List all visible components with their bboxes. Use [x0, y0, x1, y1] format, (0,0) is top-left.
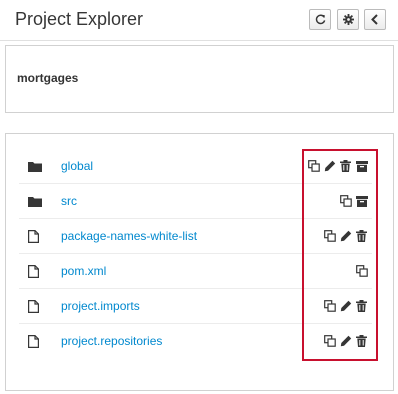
project-selector: mortgages — [5, 45, 394, 113]
list-item: project.imports — [19, 289, 372, 324]
panel-header: Project Explorer — [0, 0, 398, 41]
chevron-left-icon — [370, 14, 380, 25]
file-link[interactable]: src — [61, 194, 77, 208]
copy-icon[interactable] — [323, 300, 336, 313]
project-name[interactable]: mortgages — [17, 71, 78, 85]
list-item: src — [19, 184, 372, 219]
row-actions — [323, 334, 368, 348]
file-link[interactable]: project.repositories — [61, 334, 162, 348]
row-actions — [307, 159, 368, 173]
collapse-button[interactable] — [364, 9, 386, 30]
pencil-icon[interactable] — [339, 335, 352, 348]
archive-icon[interactable] — [355, 195, 368, 208]
list-item: package-names-white-list — [19, 219, 372, 254]
folder-icon — [28, 160, 42, 173]
gear-icon — [342, 14, 354, 25]
pencil-icon[interactable] — [339, 300, 352, 313]
file-icon — [28, 230, 42, 243]
list-item: global — [19, 149, 372, 184]
panel-title: Project Explorer — [15, 9, 144, 29]
trash-icon[interactable] — [355, 230, 368, 243]
copy-icon[interactable] — [323, 230, 336, 243]
archive-icon[interactable] — [355, 160, 368, 173]
refresh-icon — [315, 14, 326, 25]
settings-button[interactable] — [337, 9, 359, 30]
copy-icon[interactable] — [355, 265, 368, 278]
copy-icon[interactable] — [339, 195, 352, 208]
file-icon — [28, 335, 42, 348]
copy-icon[interactable] — [323, 335, 336, 348]
trash-icon[interactable] — [355, 300, 368, 313]
trash-icon[interactable] — [355, 335, 368, 348]
folder-icon — [28, 195, 42, 208]
file-link[interactable]: pom.xml — [61, 264, 106, 278]
pencil-icon[interactable] — [323, 160, 336, 173]
row-actions — [323, 299, 368, 313]
list-item: project.repositories — [19, 324, 372, 359]
file-icon — [28, 265, 42, 278]
project-explorer-panel: Project Explorer mortgages global src pa… — [0, 0, 398, 394]
trash-icon[interactable] — [339, 160, 352, 173]
file-link[interactable]: package-names-white-list — [61, 229, 197, 243]
row-actions — [339, 194, 368, 208]
file-link[interactable]: project.imports — [61, 299, 140, 313]
file-icon — [28, 300, 42, 313]
copy-icon[interactable] — [307, 160, 320, 173]
file-link[interactable]: global — [61, 159, 93, 173]
refresh-button[interactable] — [309, 9, 331, 30]
row-actions — [323, 229, 368, 243]
list-item: pom.xml — [19, 254, 372, 289]
row-actions — [355, 264, 368, 278]
pencil-icon[interactable] — [339, 230, 352, 243]
